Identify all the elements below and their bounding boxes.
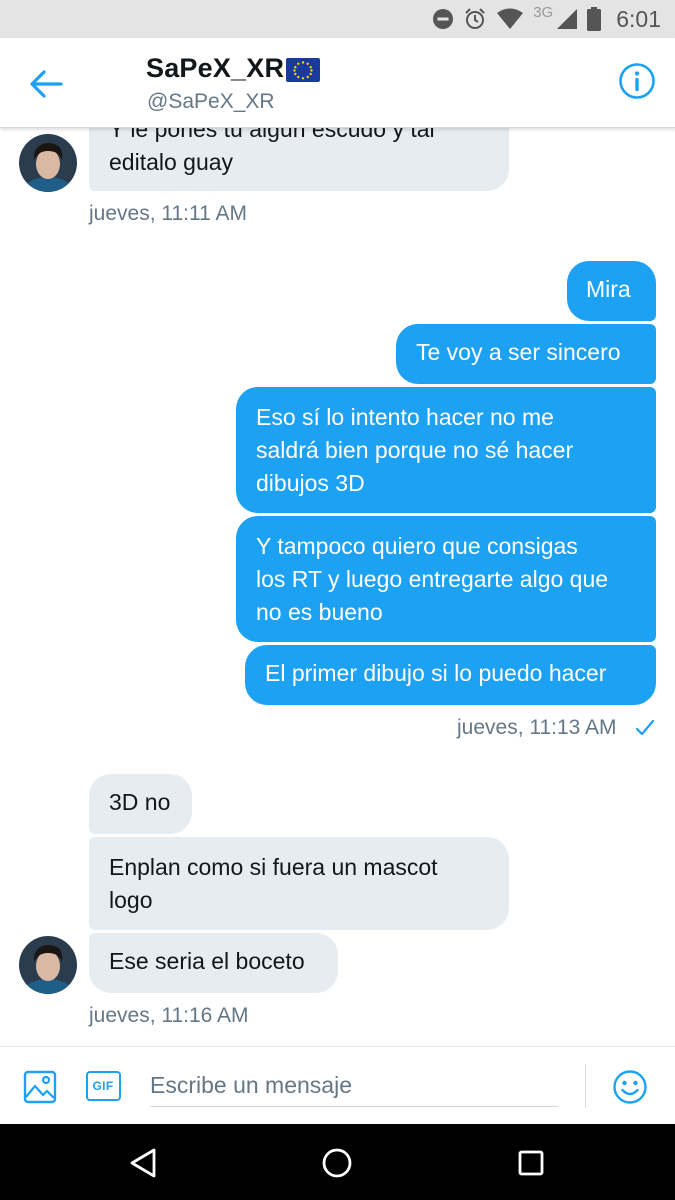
nav-home-button[interactable] xyxy=(312,1138,362,1188)
message-bubble-incoming[interactable]: 3D no xyxy=(89,774,192,834)
conversation-thread[interactable]: Y le pones tu algún escudo y tal editalo… xyxy=(0,128,675,1046)
message-input[interactable] xyxy=(150,1065,558,1107)
network-type-label: 3G xyxy=(533,3,554,21)
add-photo-button[interactable] xyxy=(20,1067,60,1107)
avatar-image xyxy=(19,936,77,994)
do-not-disturb-icon xyxy=(433,9,454,29)
message-text-line: los RT y luego entregarte algo que xyxy=(256,566,609,592)
message-bubble-outgoing[interactable]: Y tampoco quiero que consigas los RT y l… xyxy=(236,516,656,642)
message-text: El primer dibujo si lo puedo hacer xyxy=(265,660,607,686)
battery-icon xyxy=(587,7,602,31)
nav-recents-button[interactable] xyxy=(506,1138,556,1188)
back-arrow-icon xyxy=(30,70,63,98)
message-bubble-outgoing[interactable]: Eso sí lo intento hacer no me saldrá bie… xyxy=(236,387,656,513)
conversation-header: SaPeX_XR @SaPeX_XR xyxy=(0,38,675,128)
message-composer: GIF xyxy=(0,1046,675,1124)
avatar[interactable] xyxy=(19,936,77,994)
sent-checkmark-icon xyxy=(635,719,655,736)
avatar-image xyxy=(19,134,77,192)
message-text-line: logo xyxy=(109,887,153,913)
message-text: Mira xyxy=(586,276,631,302)
message-text-line: Y le pones tu algún escudo y tal xyxy=(109,128,435,142)
triangle-back-icon xyxy=(130,1148,156,1178)
message-bubble-outgoing[interactable]: Te voy a ser sincero xyxy=(396,324,656,384)
image-icon xyxy=(23,1070,57,1104)
message-bubble-incoming[interactable]: Y le pones tu algún escudo y tal editalo… xyxy=(89,128,509,191)
info-button[interactable] xyxy=(618,62,656,100)
circle-home-icon xyxy=(322,1148,352,1178)
status-bar: 3G 6:01 xyxy=(0,0,675,38)
message-text-line: saldrá bien porque no sé hacer xyxy=(256,437,574,463)
message-text: Te voy a ser sincero xyxy=(416,339,621,365)
message-bubble-incoming[interactable]: Enplan como si fuera un mascot logo xyxy=(89,837,509,930)
alarm-icon xyxy=(465,8,485,29)
smiley-icon xyxy=(613,1070,647,1104)
emoji-button[interactable] xyxy=(611,1068,649,1106)
gif-label: GIF xyxy=(92,1079,114,1093)
message-text-line: Enplan como si fuera un mascot xyxy=(109,854,438,880)
status-time: 6:01 xyxy=(616,5,661,32)
message-bubble-incoming[interactable]: Ese seria el boceto xyxy=(89,933,338,993)
system-navigation-bar xyxy=(0,1124,675,1200)
contact-display-name: SaPeX_XR xyxy=(146,53,285,83)
back-button[interactable] xyxy=(26,64,66,104)
square-recents-icon xyxy=(518,1150,544,1176)
message-timestamp: jueves, 11:11 AM xyxy=(89,202,247,225)
message-bubble-outgoing[interactable]: El primer dibujo si lo puedo hacer xyxy=(245,645,656,705)
message-timestamp: jueves, 11:13 AM xyxy=(457,716,617,739)
info-icon xyxy=(619,63,655,99)
gif-icon: GIF xyxy=(85,1071,121,1101)
message-bubble-outgoing[interactable]: Mira xyxy=(567,261,656,321)
eu-flag-icon xyxy=(286,57,321,82)
composer-divider xyxy=(585,1064,586,1108)
contact-name-row[interactable]: SaPeX_XR xyxy=(146,53,321,84)
message-text-line: editalo guay xyxy=(109,149,234,175)
nav-back-button[interactable] xyxy=(118,1138,168,1188)
message-text-line: Eso sí lo intento hacer no me xyxy=(256,404,554,430)
message-text-line: no es bueno xyxy=(256,599,383,625)
message-text: Ese seria el boceto xyxy=(109,948,305,974)
wifi-icon xyxy=(497,8,524,29)
message-text-line: Y tampoco quiero que consigas xyxy=(256,533,578,559)
signal-icon xyxy=(557,9,578,29)
message-text-line: dibujos 3D xyxy=(256,470,365,496)
message-text: 3D no xyxy=(109,789,171,815)
contact-handle: @SaPeX_XR xyxy=(147,90,275,113)
avatar[interactable] xyxy=(19,134,77,192)
message-timestamp: jueves, 11:16 AM xyxy=(89,1004,249,1027)
add-gif-button[interactable]: GIF xyxy=(84,1069,122,1103)
